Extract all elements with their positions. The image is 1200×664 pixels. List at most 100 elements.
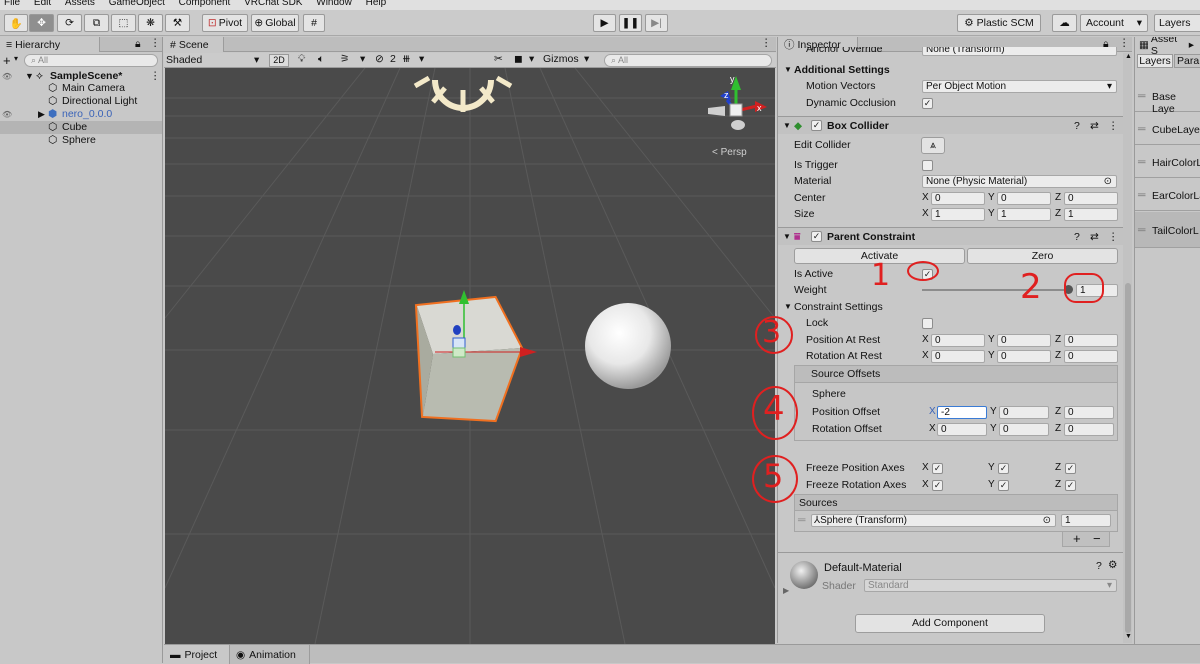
rotation-at-rest-z-field[interactable]: 0	[1064, 350, 1118, 363]
kebab-menu-icon[interactable]: ⋮	[150, 37, 161, 49]
layer-item[interactable]: ═ EarColorLa	[1135, 179, 1200, 211]
source-transform-field[interactable]: ⅄Sphere (Transform) ⊙	[811, 514, 1056, 527]
hierarchy-item-nero[interactable]: 👁︎ ▶ ⬢ nero_0.0.0	[0, 108, 162, 121]
drag-handle-icon[interactable]: ═	[1138, 90, 1145, 102]
step-button[interactable]: ▶|	[645, 14, 668, 32]
layer-item[interactable]: ═ Base Laye	[1135, 80, 1200, 115]
position-at-rest-z-field[interactable]: 0	[1064, 334, 1118, 347]
source-list-item[interactable]: ═ ⅄Sphere (Transform) ⊙ 1	[795, 514, 1117, 529]
scroll-down-icon[interactable]: ▼	[1125, 633, 1132, 640]
layer-item[interactable]: ═ HairColorL	[1135, 146, 1200, 178]
chevron-down-icon[interactable]: ▾	[584, 53, 589, 65]
size-x-field[interactable]: 1	[931, 208, 985, 221]
center-z-field[interactable]: 0	[1064, 192, 1118, 205]
freeze-pos-z-checkbox[interactable]: ✓	[1065, 463, 1076, 474]
rect-tool-icon[interactable]: ⬚	[111, 14, 136, 32]
component-menu-icon[interactable]: ⋮	[1108, 117, 1119, 135]
layers-dropdown[interactable]: Layers	[1154, 14, 1200, 32]
menu-gameobject[interactable]: GameObject	[109, 0, 165, 8]
tab-parameters[interactable]: Para	[1174, 54, 1200, 68]
kebab-menu-icon[interactable]: ⋮	[761, 37, 772, 49]
hidden-objects-icon[interactable]: ⊘	[375, 53, 384, 65]
edit-collider-button[interactable]: ⩓	[921, 137, 945, 154]
add-chevron-icon[interactable]: ▾	[14, 54, 18, 63]
scale-tool-icon[interactable]: ⧉	[84, 14, 109, 32]
position-offset-y-field[interactable]: 0	[999, 406, 1049, 419]
drag-handle-icon[interactable]: ═	[1138, 123, 1145, 135]
help-icon[interactable]: ?	[1096, 560, 1102, 572]
gizmos-dropdown[interactable]: Gizmos	[543, 53, 579, 65]
effects-icon[interactable]: ⚞	[340, 53, 349, 65]
camera-icon[interactable]: ◼︎	[514, 53, 523, 65]
parent-constraint-header[interactable]: ▼ ⩸ ✓ Parent Constraint ? ⇄ ⋮	[778, 227, 1132, 245]
plastic-scm-button[interactable]: ⚙ Plastic SCM	[957, 14, 1041, 32]
grid-toggle-icon[interactable]: ⧻	[402, 53, 411, 65]
preset-icon[interactable]: ⇄	[1090, 228, 1099, 246]
rotation-offset-y-field[interactable]: 0	[999, 423, 1049, 436]
menu-help[interactable]: Help	[366, 0, 387, 8]
visibility-icon[interactable]: 👁︎	[2, 108, 12, 121]
add-icon[interactable]: +	[3, 53, 11, 68]
scroll-up-icon[interactable]: ▲	[1125, 53, 1132, 60]
audio-icon[interactable]: 🔈︎	[318, 53, 324, 66]
rotation-offset-z-field[interactable]: 0	[1064, 423, 1114, 436]
pause-button[interactable]: ❚❚	[619, 14, 642, 32]
rotation-offset-x-field[interactable]: 0	[937, 423, 987, 436]
rotate-tool-icon[interactable]: ⟳	[57, 14, 82, 32]
tab-scene[interactable]: # Scene	[164, 37, 224, 52]
layer-item[interactable]: ═ CubeLaye	[1135, 113, 1200, 145]
remove-icon[interactable]: −	[1093, 531, 1101, 546]
scene-viewport[interactable]: y x z < Persp	[165, 68, 775, 644]
lighting-icon[interactable]: 💡︎	[298, 53, 305, 66]
tab-layers[interactable]: Layers	[1137, 54, 1173, 68]
physic-material-field[interactable]: None (Physic Material) ⊙	[922, 175, 1117, 188]
chevron-down-icon[interactable]: ▾	[529, 53, 534, 65]
play-button[interactable]: ▶	[593, 14, 616, 32]
hierarchy-item-main-camera[interactable]: ⬡ Main Camera	[0, 82, 162, 95]
center-y-field[interactable]: 0	[997, 192, 1051, 205]
account-dropdown[interactable]: Account ▾	[1080, 14, 1148, 32]
global-button[interactable]: ⊕ Global	[251, 14, 299, 32]
box-collider-header[interactable]: ▼ ◆ ✓ Box Collider ? ⇄ ⋮	[778, 116, 1132, 134]
add-icon[interactable]: +	[1073, 531, 1081, 546]
size-y-field[interactable]: 1	[997, 208, 1051, 221]
source-weight-field[interactable]: 1	[1061, 514, 1111, 527]
preset-icon[interactable]: ⇄	[1090, 117, 1099, 135]
grid-snap-icon[interactable]: #	[303, 14, 325, 32]
add-component-button[interactable]: Add Component	[855, 614, 1045, 633]
custom-tool-icon[interactable]: ⚒	[165, 14, 190, 32]
hand-tool-icon[interactable]: ✋	[4, 14, 28, 32]
box-collider-enabled-checkbox[interactable]: ✓	[811, 120, 822, 131]
hierarchy-search-input[interactable]: ⌕ All	[24, 54, 158, 67]
freeze-pos-x-checkbox[interactable]: ✓	[932, 463, 943, 474]
chevron-down-icon[interactable]: ▾	[360, 53, 365, 65]
tab-project[interactable]: ▬ Project	[164, 645, 230, 664]
position-at-rest-y-field[interactable]: 0	[997, 334, 1051, 347]
parent-constraint-enabled-checkbox[interactable]: ✓	[811, 231, 822, 242]
object-picker-icon[interactable]: ⊙	[1104, 176, 1112, 187]
weight-slider-track[interactable]	[922, 289, 1068, 291]
menu-vrchat-sdk[interactable]: VRChat SDK	[244, 0, 302, 8]
freeze-rot-y-checkbox[interactable]: ✓	[998, 480, 1009, 491]
gear-icon[interactable]: ⚙	[1108, 559, 1117, 571]
size-z-field[interactable]: 1	[1064, 208, 1118, 221]
chevron-down-icon[interactable]: ▾	[419, 53, 424, 65]
expand-arrow-icon[interactable]: ▶	[38, 108, 45, 121]
drag-handle-icon[interactable]: ═	[1138, 189, 1145, 201]
tab-hierarchy[interactable]: ≡ Hierarchy	[0, 37, 100, 52]
orientation-gizmo[interactable]: y x z	[708, 74, 767, 130]
dynamic-occlusion-checkbox[interactable]: ✓	[922, 98, 933, 109]
layer-item[interactable]: ═ TailColorL	[1135, 212, 1200, 248]
component-menu-icon[interactable]: ⋮	[1108, 228, 1119, 246]
is-trigger-checkbox[interactable]	[922, 160, 933, 171]
drag-handle-icon[interactable]: ═	[1138, 224, 1145, 236]
menu-edit[interactable]: Edit	[34, 0, 51, 8]
scrollbar-thumb[interactable]	[1125, 283, 1131, 633]
move-tool-icon[interactable]: ✥	[29, 14, 54, 32]
2d-toggle[interactable]: 2D	[269, 54, 289, 67]
center-x-field[interactable]: 0	[931, 192, 985, 205]
hierarchy-item-sphere[interactable]: ⬡ Sphere	[0, 134, 162, 147]
freeze-pos-y-checkbox[interactable]: ✓	[998, 463, 1009, 474]
position-offset-x-field[interactable]: -2	[937, 406, 987, 419]
lock-checkbox[interactable]	[922, 318, 933, 329]
